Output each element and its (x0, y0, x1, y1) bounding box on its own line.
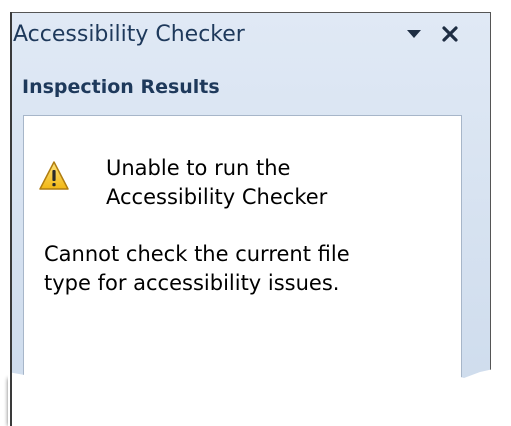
frame-left-border (10, 12, 12, 426)
torn-paper-edge (8, 368, 511, 426)
